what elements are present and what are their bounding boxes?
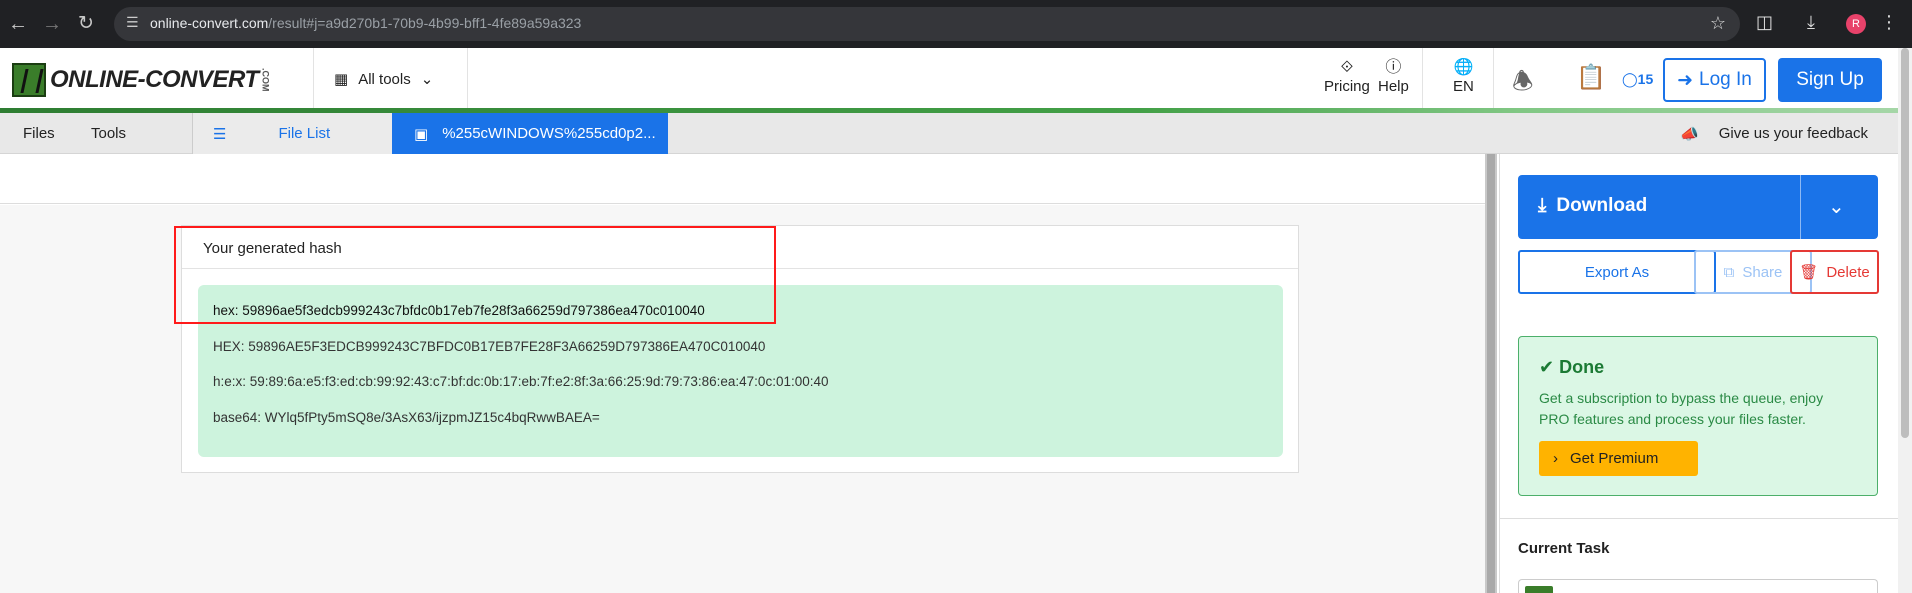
chevron-down-icon[interactable]: ⌄	[1828, 194, 1845, 219]
done-title: ✔ Done	[1539, 357, 1857, 378]
url-text: online-convert.com/result#j=a9d270b1-70b…	[150, 15, 582, 31]
premium-label: Get Premium	[1570, 450, 1659, 467]
signup-button[interactable]: Sign Up	[1778, 58, 1882, 102]
logo-suffix: .COM	[260, 68, 271, 92]
tab-active-file[interactable]: ▣ %255cWINDOWS%255cd0p2...	[392, 113, 668, 154]
file-list-label: File List	[278, 125, 331, 142]
profile-avatar[interactable]: R	[1846, 14, 1866, 34]
export-as-button[interactable]: Export As	[1518, 250, 1716, 294]
download-label: Download	[1556, 195, 1648, 216]
delete-label: Delete	[1826, 263, 1870, 281]
address-bar[interactable]: ☰ online-convert.com/result#j=a9d270b1-7…	[114, 7, 1740, 41]
feedback-link[interactable]: 📣 Give us your feedback	[1680, 113, 1868, 154]
divider	[313, 48, 314, 112]
site-header: ONLINE-CONVERT .COM ▦ All tools ⌄ ⟐ Pric…	[0, 48, 1898, 112]
tab-file-list[interactable]: ☰ File List	[192, 113, 392, 154]
scrollbar-thumb[interactable]	[1487, 154, 1495, 593]
active-file-label: %255cWINDOWS%255cd0p2...	[442, 125, 656, 142]
logo-mark-icon	[12, 63, 46, 97]
download-button[interactable]: ⤓ Download ⌄	[1518, 175, 1878, 239]
hash-base64: base64: WYlq5fPty5mSQ8e/3AsX63/ijzpmJZ15…	[213, 409, 600, 425]
share-icon: ⧉	[1723, 263, 1735, 281]
list-icon: ☰	[213, 125, 227, 143]
help-label: Help	[1378, 78, 1409, 95]
credits-counter[interactable]: ◯15	[1622, 71, 1653, 88]
done-message: Get a subscription to bypass the queue, …	[1539, 390, 1824, 427]
login-icon: ➜	[1677, 69, 1694, 91]
browser-toolbar: ← → ↻ ☰ online-convert.com/result#j=a9d2…	[0, 0, 1912, 48]
divider	[1500, 518, 1899, 519]
scrollbar-thumb[interactable]	[1901, 48, 1909, 438]
get-premium-button[interactable]: › Get Premium	[1539, 441, 1698, 476]
language-label: EN	[1453, 78, 1474, 95]
share-label: Share	[1742, 263, 1783, 281]
credits-count: 15	[1637, 71, 1654, 87]
tab-files[interactable]: Files	[23, 113, 55, 154]
site-settings-icon[interactable]: ☰	[126, 14, 146, 34]
content-top-strip	[0, 154, 1485, 204]
image-icon: ▣	[414, 125, 429, 143]
help-link[interactable]: ⓘ Help	[1378, 58, 1409, 95]
done-status-panel: ✔ Done Get a subscription to bypass the …	[1518, 336, 1878, 496]
reload-icon[interactable]: ↻	[78, 13, 94, 35]
current-task-card	[1518, 579, 1878, 593]
downloads-icon[interactable]: ⤓	[1807, 12, 1815, 33]
highlight-annotation	[174, 226, 776, 324]
logo-text: ONLINE-CONVERT	[50, 66, 259, 93]
download-icon: ⤓	[1538, 195, 1547, 216]
content-scrollbar[interactable]	[1485, 154, 1497, 593]
pricing-label: Pricing	[1324, 78, 1370, 95]
all-tools-menu[interactable]: ▦ All tools ⌄	[334, 70, 434, 89]
login-button[interactable]: ➜ Log In	[1663, 58, 1766, 102]
chevron-down-icon: ⌄	[420, 71, 434, 88]
bookmark-star-icon[interactable]: ☆	[1710, 13, 1726, 34]
divider	[1493, 48, 1494, 112]
all-tools-label: All tools	[358, 70, 411, 88]
task-thumbnail	[1525, 586, 1553, 593]
divider	[1422, 48, 1423, 112]
check-icon: ✔	[1539, 357, 1560, 377]
price-tag-icon: ⟐	[1340, 59, 1354, 76]
hash-hex-upper: HEX: 59896AE5F3EDCB999243C7BFDC0B17EB7FE…	[213, 338, 766, 354]
back-arrow-icon[interactable]: ←	[8, 13, 28, 35]
trash-icon: 🗑	[1799, 264, 1819, 281]
task-history-icon[interactable]: 📋	[1576, 63, 1606, 92]
hash-hex-colon: h:e:x: 59:89:6a:e5:f3:ed:cb:99:92:43:c7:…	[213, 374, 829, 389]
language-selector[interactable]: 🌐 EN	[1453, 58, 1474, 95]
delete-button[interactable]: 🗑 Delete	[1790, 250, 1879, 294]
forward-arrow-icon[interactable]: →	[42, 13, 62, 35]
extensions-icon[interactable]: ◫	[1756, 12, 1773, 33]
chevron-right-icon: ›	[1553, 450, 1558, 467]
divider	[467, 48, 468, 112]
login-label: Log In	[1699, 69, 1752, 90]
done-title-text: Done	[1559, 357, 1605, 377]
site-logo[interactable]: ONLINE-CONVERT .COM	[12, 62, 271, 98]
current-task-heading: Current Task	[1518, 540, 1610, 557]
globe-icon: 🌐	[1453, 59, 1474, 76]
bell-icon[interactable]: 🕭	[1512, 64, 1533, 105]
megaphone-icon: 📣	[1680, 125, 1699, 143]
tab-bar: Files Tools ☰ File List ▣ %255cWINDOWS%2…	[0, 113, 1898, 154]
divider	[1800, 175, 1801, 239]
grid-icon: ▦	[334, 71, 349, 88]
page-scrollbar[interactable]	[1898, 48, 1912, 593]
browser-menu-icon[interactable]: ⋮	[1880, 12, 1898, 33]
help-circle-icon: ⓘ	[1385, 59, 1402, 76]
feedback-label: Give us your feedback	[1718, 125, 1868, 142]
tab-tools[interactable]: Tools	[91, 113, 126, 154]
result-sidebar: ⤓ Download ⌄ Export As ⧉ Share 🗑 Delete ✔…	[1499, 154, 1899, 593]
pricing-link[interactable]: ⟐ Pricing	[1324, 58, 1370, 95]
